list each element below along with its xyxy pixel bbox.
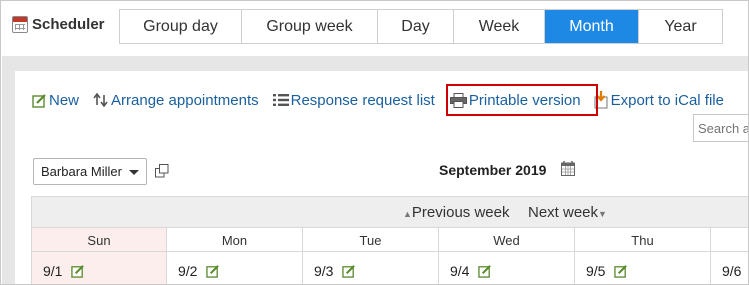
tab-month[interactable]: Month <box>545 10 639 43</box>
day-date: 9/2 <box>178 263 198 279</box>
view-tabs: Group day Group week Day Week Month Year <box>119 9 723 44</box>
day-cell[interactable]: 9/5 <box>574 251 711 284</box>
day-header-sun: Sun <box>31 227 167 252</box>
day-date: 9/3 <box>314 263 334 279</box>
tab-year[interactable]: Year <box>639 10 722 43</box>
add-appointment-icon[interactable] <box>478 264 492 278</box>
day-header-thu: Thu <box>574 227 711 252</box>
day-header-mon: Mon <box>166 227 303 252</box>
search-input[interactable] <box>693 114 748 142</box>
day-date: 9/5 <box>586 263 606 279</box>
tab-week[interactable]: Week <box>454 10 545 43</box>
user-select[interactable]: Barbara Miller <box>33 158 147 185</box>
tab-group-week[interactable]: Group week <box>242 10 378 43</box>
export-ical-link[interactable]: Export to iCal file <box>594 91 724 109</box>
arrange-icon <box>93 93 108 107</box>
next-week-button[interactable]: Next week▼ <box>528 204 607 221</box>
new-link[interactable]: New <box>32 92 79 109</box>
day-date: 9/1 <box>43 263 63 279</box>
day-cell[interactable]: 9/6 <box>710 251 748 284</box>
day-cell[interactable]: 9/2 <box>166 251 303 284</box>
add-appointment-icon[interactable] <box>206 264 220 278</box>
day-header-tue: Tue <box>302 227 439 252</box>
list-icon <box>272 94 289 106</box>
toolbar: New Arrange appointments Response reques… <box>32 89 724 111</box>
week-navigation <box>31 196 748 227</box>
triangle-up-icon: ▲ <box>403 209 412 219</box>
calendar-icon <box>12 16 28 33</box>
day-header-wed: Wed <box>438 227 575 252</box>
new-icon <box>32 93 46 108</box>
add-appointment-icon[interactable] <box>614 264 628 278</box>
calendar-picker-icon[interactable] <box>561 161 575 176</box>
day-cell[interactable]: 9/1 <box>31 251 167 284</box>
previous-week-button[interactable]: ▲Previous week <box>403 204 509 221</box>
popout-icon[interactable] <box>155 164 169 178</box>
scheduler-window: Scheduler Group day Group week Day Week … <box>0 0 749 285</box>
chevron-down-icon <box>129 170 139 175</box>
day-date: 9/6 <box>722 263 742 279</box>
add-appointment-icon[interactable] <box>342 264 356 278</box>
month-title: September 2019 <box>439 162 547 178</box>
day-date: 9/4 <box>450 263 470 279</box>
app-title: Scheduler <box>32 16 105 33</box>
day-cell[interactable]: 9/3 <box>302 251 439 284</box>
day-cell[interactable]: 9/4 <box>438 251 575 284</box>
tab-day[interactable]: Day <box>378 10 454 43</box>
add-appointment-icon[interactable] <box>71 264 85 278</box>
highlight-box <box>446 84 598 116</box>
day-header-fri <box>710 227 748 252</box>
tab-group-day[interactable]: Group day <box>120 10 242 43</box>
arrange-appointments-link[interactable]: Arrange appointments <box>93 92 259 109</box>
response-request-list-link[interactable]: Response request list <box>272 92 435 109</box>
triangle-down-icon: ▼ <box>598 209 607 219</box>
